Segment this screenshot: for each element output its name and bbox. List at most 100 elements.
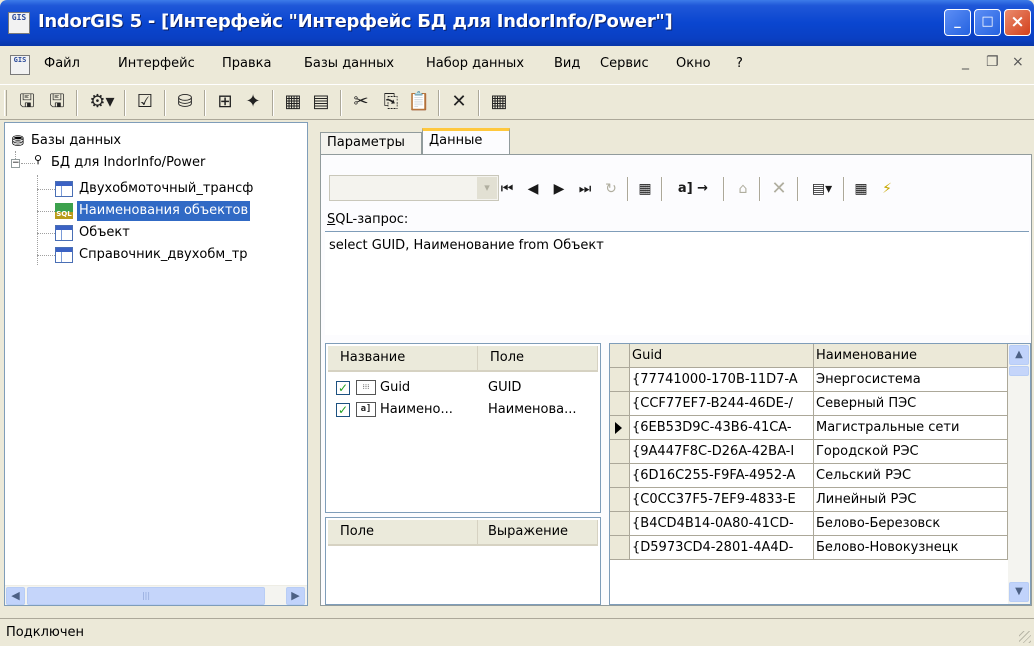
checkbox-checked-icon[interactable]: ✓: [336, 403, 350, 417]
cut-icon[interactable]: ✂: [348, 89, 374, 115]
tree-db-node[interactable]: ⚲ БД для IndorInfo/Power: [27, 153, 301, 175]
record-navigator-combo[interactable]: ▾: [329, 175, 499, 201]
document-icon[interactable]: GIS: [10, 55, 30, 75]
menu-help[interactable]: ?: [736, 56, 743, 71]
grid-col-header-guid[interactable]: Guid: [630, 344, 814, 368]
tree-horizontal-scrollbar[interactable]: ◀ ||| ▶: [5, 585, 307, 605]
edit-record-icon[interactable]: ⌂: [731, 177, 755, 201]
col-header-field[interactable]: Поле: [478, 346, 598, 370]
grid-cell-name[interactable]: Белово-Березовск: [814, 512, 1008, 536]
menu-file[interactable]: Файл: [44, 56, 80, 71]
tree-item-transformer[interactable]: Двухобмоточный_трансф: [55, 179, 305, 201]
grid-view-icon[interactable]: ▦: [633, 177, 657, 201]
maximize-button[interactable]: □: [974, 9, 1001, 36]
menu-dataset[interactable]: Набор данных: [426, 56, 524, 71]
mdi-close-button[interactable]: ×: [1012, 54, 1024, 70]
execute-lightning-icon[interactable]: ⚡: [875, 177, 899, 201]
row-indicator[interactable]: [610, 368, 630, 392]
database-icon[interactable]: ⛁: [172, 89, 198, 115]
menu-view[interactable]: Вид: [554, 56, 580, 71]
tree-item-object[interactable]: Объект: [55, 223, 305, 245]
col-header-expression[interactable]: Выражение: [478, 520, 598, 544]
mdi-minimize-button[interactable]: _: [962, 54, 969, 70]
new-table-icon[interactable]: ▦: [280, 89, 306, 115]
grid-cell-guid[interactable]: {C0CC37F5-7EF9-4833-E: [630, 488, 814, 512]
prev-record-icon[interactable]: ◀: [521, 177, 545, 201]
connect-dropdown-icon[interactable]: ⚙▾: [84, 89, 120, 115]
paste-icon[interactable]: 📋: [406, 89, 432, 115]
row-indicator[interactable]: [610, 464, 630, 488]
save-icon[interactable]: 🖫: [14, 89, 40, 115]
tab-data[interactable]: Данные: [422, 128, 510, 155]
fields-pane[interactable]: Название Поле ✓ ⁝⁝⁝ Guid GUID ✓ a] Наиме…: [325, 343, 601, 513]
grid-cell-name[interactable]: Линейный РЭС: [814, 488, 1008, 512]
last-record-icon[interactable]: ⏭: [573, 177, 597, 201]
field-row-guid[interactable]: ✓ ⁝⁝⁝ Guid GUID: [336, 378, 596, 400]
database-tree[interactable]: ⛃ Базы данных − ⚲ БД для IndorInfo/Power…: [4, 122, 308, 606]
col-header-name[interactable]: Название: [328, 346, 478, 370]
chevron-down-icon[interactable]: ▾: [477, 177, 497, 199]
grid-cell-guid[interactable]: {9A447F8C-D26A-42BA-I: [630, 440, 814, 464]
row-indicator[interactable]: [610, 512, 630, 536]
mdi-restore-button[interactable]: ❐: [986, 54, 999, 70]
menu-edit[interactable]: Правка: [222, 56, 271, 71]
grid-cell-guid[interactable]: {77741000-170B-11D7-A: [630, 368, 814, 392]
row-indicator[interactable]: [610, 536, 630, 560]
scroll-left-icon[interactable]: ◀: [6, 587, 25, 605]
grid-cell-name[interactable]: Белово-Новокузнецк: [814, 536, 1008, 560]
row-indicator[interactable]: [610, 416, 630, 440]
row-indicator[interactable]: [610, 440, 630, 464]
tab-parameters[interactable]: Параметры: [320, 132, 422, 154]
grid-vertical-scrollbar[interactable]: ▲ ▼: [1008, 344, 1030, 604]
col-header-field[interactable]: Поле: [328, 520, 478, 544]
menu-databases[interactable]: Базы данных: [304, 56, 394, 71]
copy-icon[interactable]: ⎘: [378, 89, 404, 115]
grid-cell-name[interactable]: Энергосистема: [814, 368, 1008, 392]
menu-interface[interactable]: Интерфейс: [118, 56, 195, 71]
delete-record-icon[interactable]: ✕: [767, 177, 791, 201]
panel-splitter[interactable]: [310, 122, 318, 606]
refresh-icon[interactable]: ↻: [599, 177, 623, 201]
scroll-up-icon[interactable]: ▲: [1009, 345, 1029, 365]
sql-run-icon[interactable]: ▦: [849, 177, 873, 201]
run-sql-icon[interactable]: ▦: [486, 89, 512, 115]
expressions-pane[interactable]: Поле Выражение: [325, 517, 601, 605]
tree-item-reference[interactable]: Справочник_двухобм_тр: [55, 245, 305, 267]
grid-cell-name[interactable]: Северный ПЭС: [814, 392, 1008, 416]
grid-cell-guid[interactable]: {6EB53D9C-43B6-41CA-: [630, 416, 814, 440]
scroll-thumb[interactable]: |||: [27, 587, 265, 605]
resize-grip-icon[interactable]: [1019, 631, 1031, 643]
checkbox-checked-icon[interactable]: ✓: [336, 381, 350, 395]
close-button[interactable]: ×: [1004, 9, 1031, 36]
grid-cell-name[interactable]: Магистральные сети: [814, 416, 1008, 440]
delete-icon[interactable]: ✕: [446, 89, 472, 115]
data-grid[interactable]: Guid Наименование {77741000-170B-11D7-A …: [609, 343, 1031, 605]
scroll-thumb[interactable]: [1009, 366, 1029, 376]
row-indicator[interactable]: [610, 488, 630, 512]
grid-cell-guid[interactable]: {B4CD4B14-0A80-41CD-: [630, 512, 814, 536]
grid-cell-name[interactable]: Сельский РЭС: [814, 464, 1008, 488]
grid-cell-name[interactable]: Городской РЭС: [814, 440, 1008, 464]
grid-cell-guid[interactable]: {D5973CD4-2801-4A4D-: [630, 536, 814, 560]
scroll-down-icon[interactable]: ▼: [1009, 582, 1029, 602]
tree-item-object-names[interactable]: SQL Наименования объектов: [55, 201, 305, 223]
save-all-icon[interactable]: 🖫: [44, 89, 70, 115]
next-record-icon[interactable]: ▶: [547, 177, 571, 201]
minimize-button[interactable]: _: [944, 9, 971, 36]
properties-icon[interactable]: ☑: [132, 89, 158, 115]
grid-cell-guid[interactable]: {6D16C255-F9FA-4952-A: [630, 464, 814, 488]
title-bar[interactable]: GIS IndorGIS 5 - [Интерфейс "Интерфейс Б…: [0, 0, 1034, 46]
columns-dropdown-icon[interactable]: ▤▾: [805, 177, 839, 201]
grid-col-header-name[interactable]: Наименование: [814, 344, 1008, 368]
new-query-icon[interactable]: ▤: [308, 89, 334, 115]
sql-query-editor[interactable]: select GUID, Наименование from Объект: [325, 231, 1029, 335]
row-indicator[interactable]: [610, 392, 630, 416]
new-folder-icon[interactable]: ✦: [240, 89, 266, 115]
toolbar-grip[interactable]: [4, 90, 7, 116]
add-text-field-icon[interactable]: a] →: [669, 177, 717, 201]
tree-root[interactable]: ⛃ Базы данных: [7, 131, 303, 153]
first-record-icon[interactable]: ⏮: [495, 177, 519, 201]
collapse-icon[interactable]: −: [11, 159, 20, 168]
grid-cell-guid[interactable]: {CCF77EF7-B244-46DE-/: [630, 392, 814, 416]
scroll-right-icon[interactable]: ▶: [286, 587, 305, 605]
